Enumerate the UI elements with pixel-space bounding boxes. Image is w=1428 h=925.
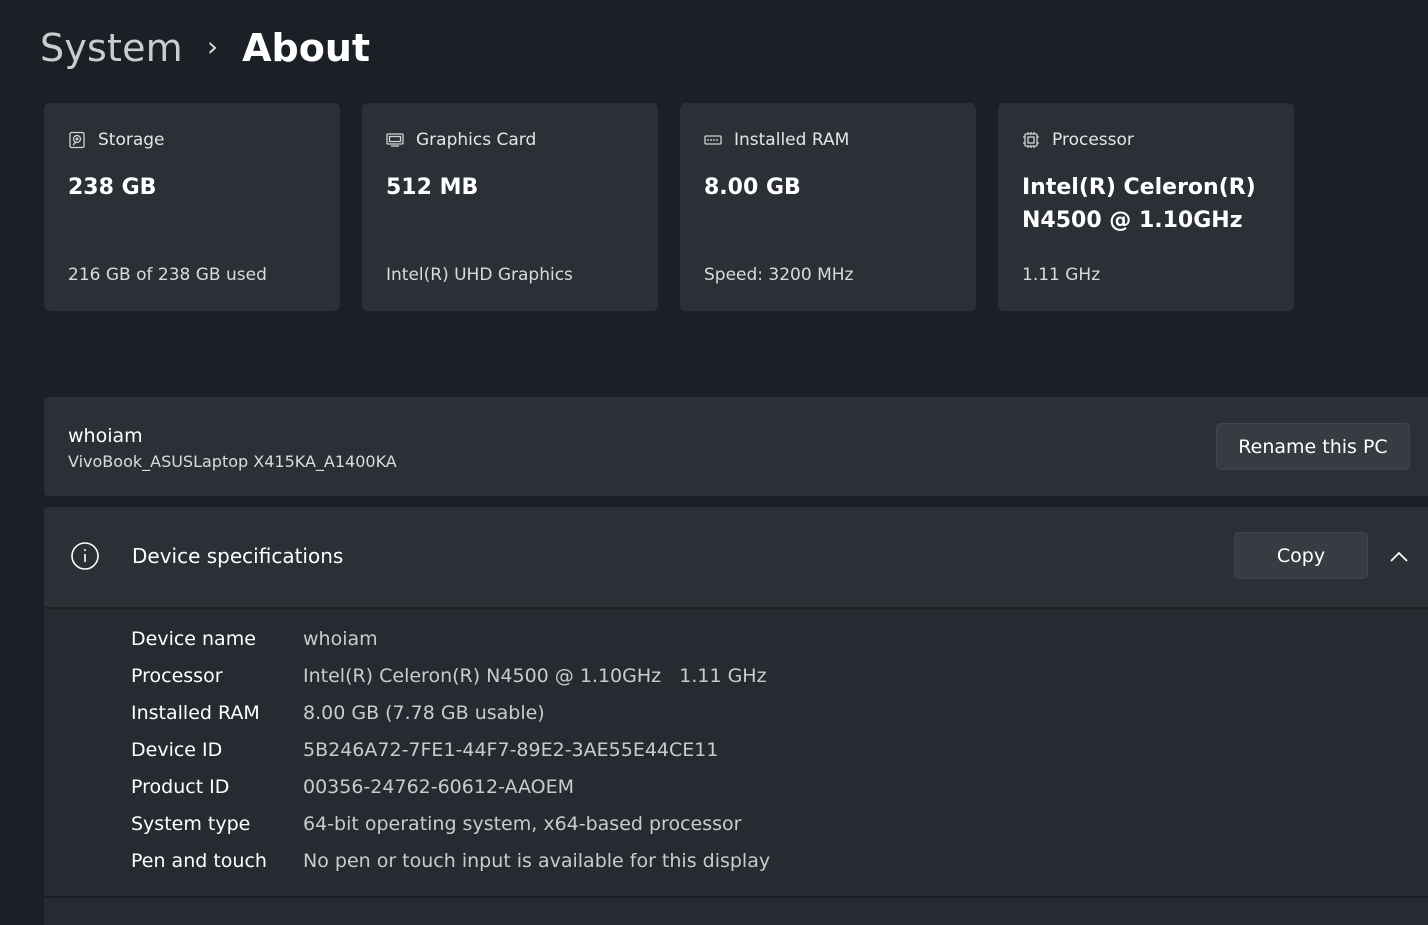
storage-label: Storage: [98, 130, 165, 150]
breadcrumb: System › About: [40, 22, 370, 74]
processor-value: Intel(R) Celeron(R) N4500 @ 1.10GHz: [1022, 175, 1256, 233]
chevron-up-icon[interactable]: [1388, 549, 1410, 565]
spec-value: Intel(R) Celeron(R) N4500 @ 1.10GHz 1.11…: [303, 665, 767, 687]
spec-key: System type: [131, 813, 251, 835]
graphics-card-icon: [386, 131, 404, 149]
ram-icon: [704, 131, 722, 149]
spec-key: Device name: [131, 628, 256, 650]
processor-card[interactable]: Processor Intel(R) Celeron(R) N4500 @ 1.…: [998, 103, 1294, 311]
spec-value: 00356-24762-60612-AAOEM: [303, 776, 575, 798]
spec-row-processor: Processor Intel(R) Celeron(R) N4500 @ 1.…: [131, 661, 767, 691]
device-specifications-header[interactable]: Device specifications Copy: [44, 507, 1428, 607]
spec-value: No pen or touch input is available for t…: [303, 850, 771, 872]
spec-value: 8.00 GB (7.78 GB usable): [303, 702, 545, 724]
spec-value: 5B246A72-7FE1-44F7-89E2-3AE55E44CE11: [303, 739, 719, 761]
chevron-right-icon: ›: [206, 29, 219, 63]
copy-button[interactable]: Copy: [1234, 532, 1368, 579]
storage-usage: 216 GB of 238 GB used: [68, 265, 267, 285]
page-title: About: [242, 26, 371, 70]
spec-key: Product ID: [131, 776, 230, 798]
processor-label: Processor: [1052, 130, 1134, 150]
spec-row-system-type: System type 64-bit operating system, x64…: [131, 809, 741, 839]
installed-ram-card[interactable]: Installed RAM 8.00 GB Speed: 3200 MHz: [680, 103, 976, 311]
rename-pc-button[interactable]: Rename this PC: [1216, 423, 1410, 470]
spec-row-pen-and-touch: Pen and touch No pen or touch input is a…: [131, 846, 770, 876]
spec-key: Installed RAM: [131, 702, 260, 724]
spec-value: whoiam: [303, 628, 378, 650]
breadcrumb-system-link[interactable]: System: [40, 26, 183, 70]
spec-row-installed-ram: Installed RAM 8.00 GB (7.78 GB usable): [131, 698, 545, 728]
device-specifications-title: Device specifications: [132, 544, 344, 568]
ram-speed: Speed: 3200 MHz: [704, 265, 854, 285]
graphics-card-name: Intel(R) UHD Graphics: [386, 265, 573, 285]
storage-card[interactable]: Storage 238 GB 216 GB of 238 GB used: [44, 103, 340, 311]
graphics-card-value: 512 MB: [386, 175, 479, 200]
processor-icon: [1022, 131, 1040, 149]
spec-row-device-name: Device name whoiam: [131, 624, 378, 654]
pc-model: VivoBook_ASUSLaptop X415KA_A1400KA: [68, 452, 397, 471]
spec-key: Device ID: [131, 739, 223, 761]
pc-name: whoiam: [68, 425, 143, 447]
device-specifications-list: Device name whoiam Processor Intel(R) Ce…: [44, 609, 1428, 896]
info-icon: [70, 541, 100, 571]
pc-name-row: whoiam VivoBook_ASUSLaptop X415KA_A1400K…: [44, 397, 1428, 496]
installed-ram-label: Installed RAM: [734, 130, 850, 150]
processor-speed: 1.11 GHz: [1022, 265, 1101, 285]
spec-key: Processor: [131, 665, 223, 687]
installed-ram-value: 8.00 GB: [704, 175, 801, 200]
storage-value: 238 GB: [68, 175, 157, 200]
spec-row-product-id: Product ID 00356-24762-60612-AAOEM: [131, 772, 574, 802]
spec-key: Pen and touch: [131, 850, 267, 872]
spec-row-device-id: Device ID 5B246A72-7FE1-44F7-89E2-3AE55E…: [131, 735, 718, 765]
spec-value: 64-bit operating system, x64-based proce…: [303, 813, 742, 835]
graphics-card-label: Graphics Card: [416, 130, 537, 150]
next-section[interactable]: [44, 898, 1428, 925]
graphics-card-card[interactable]: Graphics Card 512 MB Intel(R) UHD Graphi…: [362, 103, 658, 311]
storage-icon: [68, 131, 86, 149]
